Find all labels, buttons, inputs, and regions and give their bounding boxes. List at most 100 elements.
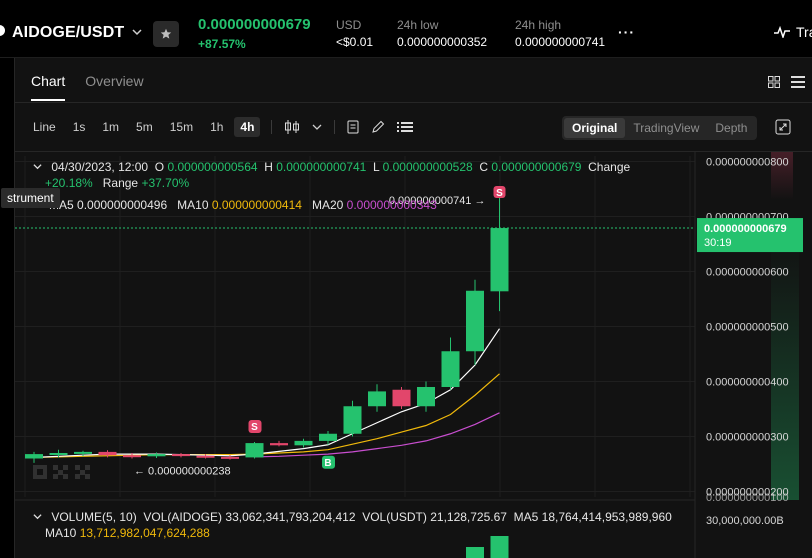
ma-legend: MA5 0.000000000496 MA10 0.000000000414 M… (49, 198, 437, 212)
chart-canvas[interactable]: 0.000000000741 →S← 0.000000000238SB 0.00… (15, 152, 812, 558)
candle-body (392, 389, 411, 407)
low-label: 24h low (397, 18, 439, 32)
usd-label: USD (336, 18, 362, 32)
open-label: O (154, 160, 165, 174)
range-value: +37.70% (141, 176, 190, 190)
ma5-value: 0.000000000496 (77, 198, 168, 212)
candle-body (319, 433, 337, 441)
vol-ma10-label: MA10 (45, 526, 77, 540)
chevron-down-icon[interactable] (33, 512, 42, 521)
tooltip: strument (1, 188, 60, 208)
timeframe-1m[interactable]: 1m (96, 117, 125, 137)
low-value: 0.000000000352 (397, 35, 488, 49)
candle-body (123, 455, 141, 458)
menu-icon[interactable] (791, 74, 805, 90)
panel-tabs: Chart Overview (31, 73, 144, 101)
vol-ma10-value: 13,712,982,047,624,288 (79, 526, 210, 540)
close-value: 0.000000000679 (491, 160, 582, 174)
chevron-down-icon[interactable] (33, 162, 42, 171)
candle-body (466, 290, 484, 352)
low-marker: ← 0.000000000238 (134, 466, 231, 478)
price-tick-label: 0.000000000800 (706, 157, 789, 169)
ma20-value: 0.000000000343 (346, 198, 437, 212)
candle-body (343, 406, 362, 434)
low-value: 0.000000000528 (382, 160, 473, 174)
candle-body (270, 443, 288, 446)
ma20-label: MA20 (311, 198, 344, 212)
open-value: 0.000000000564 (167, 160, 258, 174)
tab-overview[interactable]: Overview (85, 73, 143, 101)
indicators-button[interactable] (347, 120, 359, 134)
okx-watermark (33, 465, 90, 479)
chevron-down-icon (312, 124, 322, 130)
range-label: Range (102, 176, 139, 190)
candle-body (49, 453, 68, 455)
view-depth[interactable]: Depth (707, 118, 755, 138)
volume-bar (490, 536, 509, 558)
candle-body (98, 451, 117, 456)
vol-coin-value: 33,062,341,793,204,412 (225, 510, 356, 524)
candle-body (74, 451, 92, 454)
ohlc-legend: 04/30/2023, 12:00 O 0.000000000564 H 0.0… (33, 160, 630, 174)
chevron-down-icon[interactable] (132, 27, 142, 37)
candle-body (441, 351, 460, 387)
chart-panel: Chart Overview Line 1s 1m 5m 15m 1h 4h O… (1, 58, 812, 558)
price-chart[interactable]: 0.000000000741 → S ← 0.000000000238 S B 0.00… (1, 152, 812, 558)
candle-body (417, 387, 435, 407)
draw-button[interactable] (371, 120, 385, 134)
candle-body (196, 455, 215, 458)
price-tick-label: 0.000000000600 (706, 267, 789, 279)
ticker-bar: AIDOGE/USDT 0.000000000679 +87.57% USD <… (0, 0, 812, 58)
tab-chart[interactable]: Chart (31, 73, 66, 101)
timeframe-1h[interactable]: 1h (204, 117, 229, 137)
volume-bars (466, 536, 509, 558)
token-logo (0, 25, 5, 36)
timeframe-15m[interactable]: 15m (164, 117, 199, 137)
pair-selector[interactable]: AIDOGE/USDT (12, 24, 124, 42)
price-change: +87.57% (198, 37, 246, 51)
candle-date: 04/30/2023, 12:00 (51, 160, 149, 174)
timeframe-5m[interactable]: 5m (130, 117, 159, 137)
axis-highlight (771, 240, 799, 500)
layout-grid-icon[interactable] (768, 76, 780, 88)
candles: 0.000000000741 →S← 0.000000000238SB (25, 185, 509, 478)
volume-ma10-legend: MA10 13,712,982,047,624,288 (45, 526, 210, 540)
high-label: H (264, 160, 273, 174)
change-legend: +20.18% Range +37.70% (45, 176, 189, 190)
vol-coin-label: VOL(AIDOGE) (143, 510, 223, 524)
high-value: 0.000000000741 (515, 35, 606, 49)
ma10-label: MA10 (177, 198, 209, 212)
timeframe-line[interactable]: Line (27, 117, 62, 137)
star-icon (160, 28, 172, 39)
trade-button[interactable]: Tra (774, 24, 812, 40)
chart-view-switcher: Original TradingView Depth (562, 116, 758, 140)
view-tradingview[interactable]: TradingView (625, 118, 707, 138)
candle-type-dropdown[interactable] (312, 122, 322, 132)
usd-value: <$0.01 (336, 35, 374, 49)
candle-body (147, 454, 166, 457)
vol-usdt-value: 21,128,725.67 (430, 510, 507, 524)
volume-axis-tick: 30,000,000.00B (706, 515, 784, 527)
favorite-button[interactable] (153, 21, 179, 47)
vol-usdt-label: VOL(USDT) (362, 510, 427, 524)
view-original[interactable]: Original (564, 118, 626, 138)
fullscreen-icon[interactable] (775, 119, 791, 135)
more-stats-button[interactable]: ··· (618, 24, 635, 40)
vol-ma5-value: 18,764,414,953,989,960 (541, 510, 672, 524)
candle-type-button[interactable] (284, 120, 300, 134)
pulse-icon (774, 26, 790, 38)
vol-ma5-label: MA5 (513, 510, 539, 524)
tabs-divider (15, 102, 812, 103)
high-label: 24h high (515, 18, 562, 32)
price-tick-label: 0.000000000500 (706, 322, 789, 334)
current-price-label: 0.000000000679 (704, 223, 787, 235)
close-label: C (479, 160, 489, 174)
timeframe-1s[interactable]: 1s (67, 117, 92, 137)
trade-label: Tra (796, 24, 812, 40)
ma10-line (33, 373, 500, 458)
settings-list-button[interactable] (397, 121, 414, 133)
pencil-icon (372, 120, 385, 133)
timeframe-4h[interactable]: 4h (234, 117, 261, 137)
countdown-label: 30:19 (704, 237, 732, 249)
chart-toolbar: Line 1s 1m 5m 15m 1h 4h (27, 116, 419, 138)
